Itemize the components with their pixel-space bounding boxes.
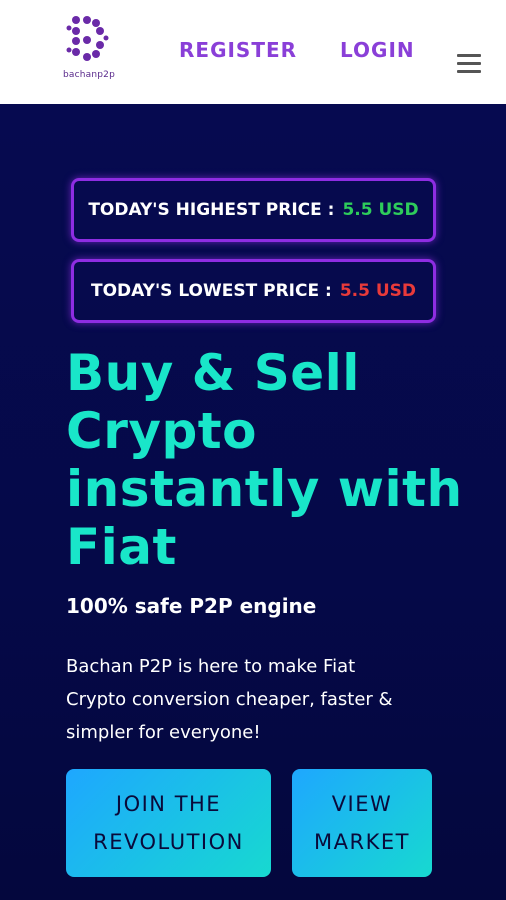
hero-section: TODAY'S HIGHEST PRICE : 5.5 USD TODAY'S … (0, 104, 506, 900)
headline-line: Buy & Sell (66, 344, 360, 402)
headline-line: instantly with (66, 460, 463, 518)
brand-logo[interactable]: bachanp2p (56, 14, 122, 84)
button-label-line: REVOLUTION (93, 830, 244, 854)
lowest-price-value: 5.5 USD (339, 281, 417, 301)
hero-subheadline: 100% safe P2P engine (66, 594, 317, 618)
headline-line: Crypto (66, 402, 257, 460)
menu-bar (457, 62, 481, 65)
highest-price-value: 5.5 USD (342, 200, 419, 220)
logo-wordmark: bachanp2p (62, 70, 116, 80)
hero-headline: Buy & Sell Crypto instantly with Fiat (66, 344, 486, 576)
description-line: Crypto conversion cheaper, faster & (66, 689, 393, 710)
join-revolution-button[interactable]: JOIN THE REVOLUTION (66, 769, 271, 877)
register-link[interactable]: REGISTER (179, 38, 297, 62)
login-link[interactable]: LOGIN (340, 38, 415, 62)
description-line: simpler for everyone! (66, 722, 261, 743)
button-label-line: VIEW (331, 792, 393, 816)
lowest-price-label: TODAY'S LOWEST PRICE : (90, 281, 332, 301)
lowest-price-box: TODAY'S LOWEST PRICE : 5.5 USD (71, 259, 436, 323)
bachan-logo-icon (66, 16, 109, 61)
site-header: bachanp2p REGISTER LOGIN (0, 0, 506, 104)
description-line: Bachan P2P is here to make Fiat (66, 656, 356, 677)
hamburger-menu-icon[interactable] (457, 52, 481, 74)
button-label-line: MARKET (314, 830, 410, 854)
menu-bar (457, 70, 481, 73)
menu-bar (457, 54, 481, 57)
hero-description: Bachan P2P is here to make Fiat Crypto c… (66, 650, 436, 749)
view-market-button[interactable]: VIEW MARKET (292, 769, 432, 877)
button-label-line: JOIN THE (115, 792, 222, 816)
highest-price-label: TODAY'S HIGHEST PRICE : (88, 200, 335, 220)
headline-line: Fiat (66, 518, 177, 576)
highest-price-box: TODAY'S HIGHEST PRICE : 5.5 USD (71, 178, 436, 242)
